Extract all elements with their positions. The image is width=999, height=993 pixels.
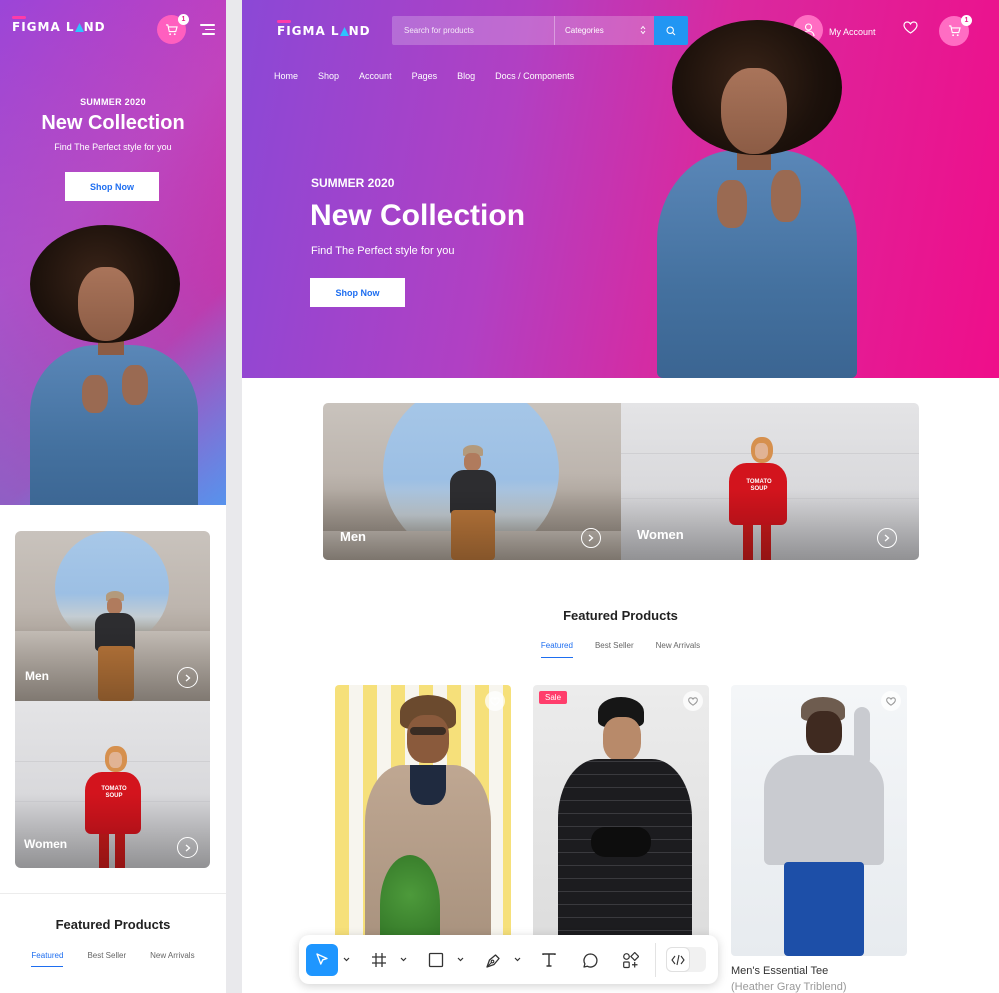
- desktop-hero: FIGMA LND Categories My Account: [242, 0, 999, 378]
- desktop-frame: FIGMA LND Categories My Account: [242, 0, 999, 993]
- components-button[interactable]: [617, 944, 643, 976]
- arrow-right-icon[interactable]: [177, 667, 198, 688]
- comment-tool-icon: [582, 952, 598, 968]
- arrow-right-icon[interactable]: [177, 837, 198, 858]
- updown-chevron-icon: [640, 25, 646, 35]
- hero-model-image: [647, 20, 867, 378]
- featured-tabs: Featured Best Seller New Arrivals: [0, 951, 226, 967]
- nav-home[interactable]: Home: [274, 71, 298, 81]
- hero-subtitle: Find The Perfect style for you: [311, 245, 455, 257]
- categories-select[interactable]: Categories: [554, 16, 654, 45]
- cart-button[interactable]: 1: [157, 14, 189, 44]
- cart-icon: [948, 25, 961, 37]
- tab-featured[interactable]: Featured: [540, 641, 573, 658]
- frame-tool-button[interactable]: [366, 944, 392, 976]
- product-variant: (Heather Gray Triblend): [731, 981, 847, 993]
- logo[interactable]: FIGMA L ND: [12, 16, 106, 34]
- comment-tool-button[interactable]: [577, 944, 603, 976]
- product-image: [553, 697, 693, 956]
- featured-products-title: Featured Products: [55, 917, 171, 932]
- divider: [0, 893, 226, 894]
- wishlist-button[interactable]: [881, 691, 901, 711]
- chevron-down-icon[interactable]: [514, 957, 521, 962]
- product-card[interactable]: Sale: [533, 685, 709, 956]
- featured-tabs: Featured Best Seller New Arrivals: [242, 641, 999, 658]
- product-image: [756, 697, 886, 956]
- canvas: FIGMA L ND 1 SUMMER 2020 New Collection F…: [0, 0, 999, 993]
- components-icon: [622, 951, 639, 968]
- hero-season: SUMMER 2020: [311, 176, 395, 190]
- design-toolbar: [299, 935, 718, 984]
- nav-blog[interactable]: Blog: [457, 71, 475, 81]
- category-label-men: Men: [340, 529, 366, 544]
- code-view-icon: [671, 954, 685, 965]
- hero-model-image: [20, 225, 210, 505]
- menu-icon[interactable]: [200, 24, 215, 35]
- code-view-toggle[interactable]: [666, 947, 706, 972]
- wishlist-button[interactable]: [683, 691, 703, 711]
- mobile-frame: FIGMA L ND 1 SUMMER 2020 New Collection F…: [0, 0, 226, 993]
- frame-tool-icon: [372, 953, 386, 967]
- wishlist-button[interactable]: [903, 21, 918, 39]
- category-label-women: Women: [24, 837, 68, 851]
- tab-best-seller[interactable]: Best Seller: [87, 951, 126, 960]
- pen-tool-button[interactable]: [480, 944, 506, 976]
- mobile-hero: FIGMA L ND 1 SUMMER 2020 New Collection F…: [0, 0, 226, 505]
- logo-triangle-icon: [74, 23, 84, 32]
- cart-icon: [165, 23, 178, 35]
- hero-subtitle: Find The Perfect style for you: [54, 142, 172, 152]
- arrow-right-icon[interactable]: [581, 528, 601, 548]
- tab-new-arrivals[interactable]: New Arrivals: [656, 641, 700, 650]
- nav-account[interactable]: Account: [359, 71, 392, 81]
- hero-title: New Collection: [310, 199, 526, 232]
- tab-featured[interactable]: Featured: [31, 951, 64, 967]
- product-card[interactable]: [731, 685, 907, 956]
- hero-title: New Collection: [41, 112, 185, 134]
- tab-new-arrivals[interactable]: New Arrivals: [150, 951, 194, 960]
- text-tool-button[interactable]: [536, 944, 562, 976]
- rectangle-tool-button[interactable]: [423, 944, 449, 976]
- main-nav: Home Shop Account Pages Blog Docs / Comp…: [274, 71, 594, 81]
- cart-count-badge: 1: [178, 14, 189, 25]
- heart-icon: [490, 696, 500, 706]
- cart-button[interactable]: 1: [939, 15, 972, 46]
- product-card[interactable]: [335, 685, 511, 956]
- nav-docs-components[interactable]: Docs / Components: [495, 71, 574, 81]
- hero-season: SUMMER 2020: [80, 97, 146, 107]
- search-bar: Categories: [392, 16, 688, 45]
- move-tool-icon: [316, 953, 328, 965]
- category-card-women[interactable]: TOMATOSOUP Women: [15, 701, 210, 868]
- nav-pages[interactable]: Pages: [412, 71, 438, 81]
- text-tool-icon: [542, 953, 556, 967]
- rectangle-tool-icon: [428, 952, 444, 968]
- tab-best-seller[interactable]: Best Seller: [595, 641, 634, 650]
- pen-tool-icon: [485, 953, 500, 968]
- chevron-down-icon[interactable]: [457, 957, 464, 962]
- sale-badge: Sale: [539, 691, 568, 704]
- desktop-category-cards: Men TOMATOSOUP Women: [323, 403, 919, 560]
- heart-icon: [903, 21, 918, 34]
- move-tool-button[interactable]: [306, 944, 338, 976]
- category-card-women[interactable]: TOMATOSOUP Women: [621, 403, 919, 560]
- category-label-women: Women: [637, 527, 684, 542]
- category-label-men: Men: [25, 669, 49, 683]
- search-input[interactable]: [392, 16, 554, 45]
- logo[interactable]: FIGMA L ND: [277, 20, 371, 38]
- shop-now-button[interactable]: Shop Now: [65, 172, 159, 201]
- category-card-men[interactable]: Men: [15, 531, 210, 701]
- heart-icon: [886, 696, 896, 706]
- logo-triangle-icon: [339, 27, 349, 36]
- product-name[interactable]: Men's Essential Tee: [731, 965, 828, 977]
- nav-shop[interactable]: Shop: [318, 71, 339, 81]
- category-card-men[interactable]: Men: [323, 403, 621, 560]
- cart-count-badge: 1: [961, 15, 972, 26]
- chevron-down-icon[interactable]: [343, 957, 350, 962]
- featured-products-title: Featured Products: [563, 608, 678, 623]
- wishlist-button[interactable]: [485, 691, 505, 711]
- heart-icon: [688, 696, 698, 706]
- chevron-down-icon[interactable]: [400, 957, 407, 962]
- mobile-category-cards: Men TOMATOSOUP Women: [15, 531, 210, 868]
- shop-now-button[interactable]: Shop Now: [310, 278, 405, 307]
- arrow-right-icon[interactable]: [877, 528, 897, 548]
